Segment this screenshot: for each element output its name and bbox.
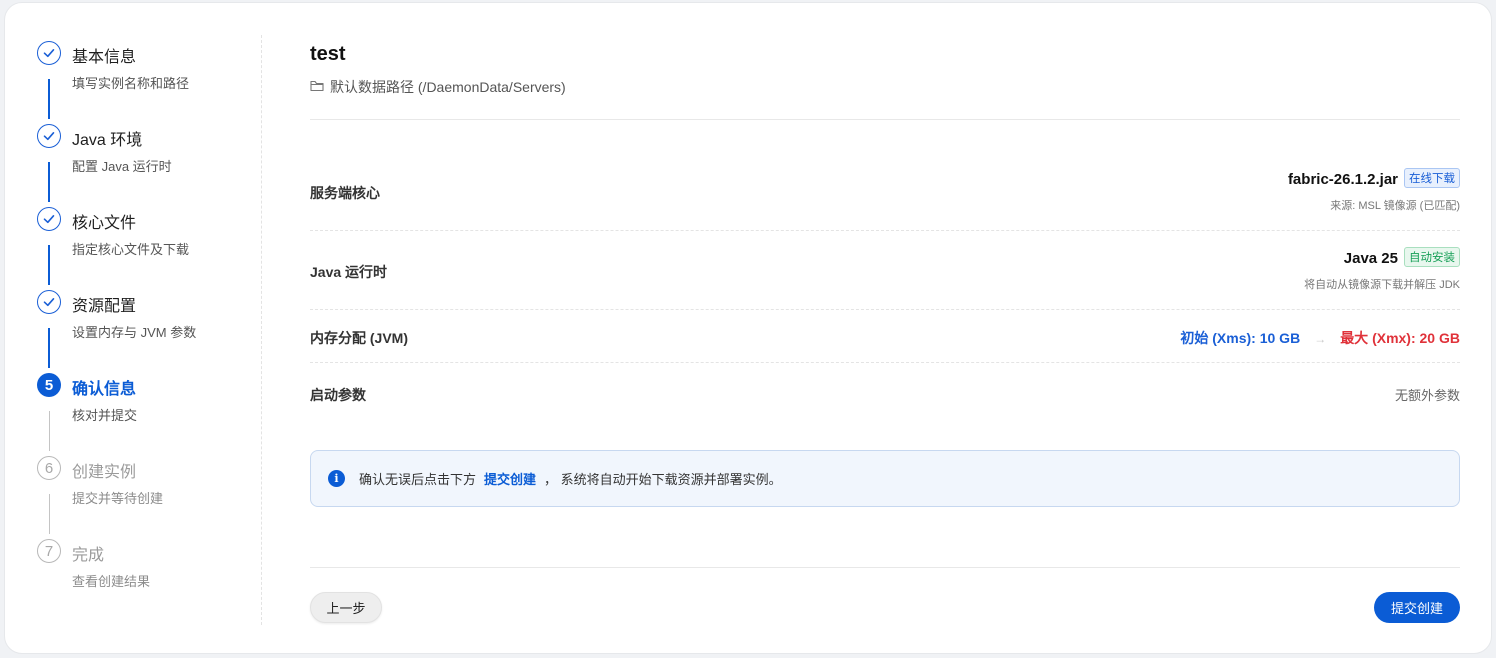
notice-emphasis: 提交创建	[484, 472, 537, 487]
step-connector	[48, 245, 50, 285]
check-icon	[37, 41, 61, 65]
check-icon	[37, 207, 61, 231]
step-number-icon: 5	[37, 373, 61, 397]
step-desc: 查看创建结果	[72, 574, 151, 589]
row-divider	[310, 230, 1460, 231]
step-desc: 配置 Java 运行时	[72, 159, 172, 174]
notice-text-after: ， 系统将自动开始下载资源并部署实例。	[544, 472, 782, 487]
step-number-icon: 7	[37, 539, 61, 563]
submit-button[interactable]: 提交创建	[1374, 592, 1460, 623]
check-icon	[37, 124, 61, 148]
step-resources[interactable]: 资源配置 设置内存与 JVM 参数	[37, 288, 257, 371]
prev-button[interactable]: 上一步	[310, 592, 382, 623]
step-desc: 指定核心文件及下载	[72, 242, 190, 257]
step-finish: 7 完成 查看创建结果	[37, 537, 257, 620]
step-title: Java 环境	[72, 132, 143, 149]
step-title: 核心文件	[72, 215, 137, 232]
memory-value-block: 初始 (Xms): 10 GB → 最大 (Xmx): 20 GB	[1180, 328, 1460, 348]
step-desc: 填写实例名称和路径	[72, 76, 190, 91]
data-path: 默认数据路径 (/DaemonData/Servers)	[310, 77, 566, 97]
args-value: 无额外参数	[1394, 388, 1460, 403]
step-title: 创建实例	[72, 464, 137, 481]
memory-min: 初始 (Xms): 10 GB	[1180, 330, 1301, 346]
step-title: 完成	[72, 547, 105, 564]
step-connector	[48, 162, 50, 202]
step-desc: 设置内存与 JVM 参数	[72, 325, 197, 340]
instance-name: test	[310, 43, 346, 65]
java-label: Java 运行时	[310, 264, 388, 280]
footer-divider	[310, 567, 1460, 568]
check-icon	[37, 290, 61, 314]
java-version: Java 25	[1343, 250, 1398, 267]
wizard-card: 基本信息 填写实例名称和路径 Java 环境 配置 Java 运行时 核心文件 …	[4, 2, 1492, 654]
auto-install-badge: 自动安装	[1404, 247, 1460, 267]
data-path-text: 默认数据路径 (/DaemonData/Servers)	[330, 79, 566, 95]
arrow-right-icon: →	[1314, 332, 1327, 346]
info-icon: i	[328, 470, 345, 487]
row-divider	[310, 362, 1460, 363]
memory-label: 内存分配 (JVM)	[310, 330, 408, 346]
core-label: 服务端核心	[310, 185, 380, 201]
notice-text-before: 确认无误后点击下方	[359, 472, 477, 487]
core-file-name: fabric-26.1.2.jar	[1287, 171, 1398, 188]
download-badge: 在线下载	[1404, 168, 1460, 188]
step-title: 资源配置	[72, 298, 137, 315]
step-connector	[48, 79, 50, 119]
sidebar-divider	[261, 35, 262, 625]
java-value-block: Java 25 自动安装 将自动从镜像源下载并解压 JDK	[1304, 247, 1460, 292]
step-connector	[48, 328, 50, 368]
java-hint: 将自动从镜像源下载并解压 JDK	[1304, 279, 1460, 291]
folder-icon	[310, 79, 324, 95]
step-desc: 提交并等待创建	[72, 491, 164, 506]
step-confirm: 5 确认信息 核对并提交	[37, 371, 257, 454]
step-title: 确认信息	[72, 381, 137, 398]
memory-max: 最大 (Xmx): 20 GB	[1340, 330, 1460, 346]
confirm-notice: i 确认无误后点击下方 提交创建 ， 系统将自动开始下载资源并部署实例。	[310, 450, 1460, 507]
core-value-block: fabric-26.1.2.jar 在线下载 来源: MSL 镜像源 (已匹配)	[1288, 168, 1460, 213]
step-connector	[48, 494, 50, 534]
core-source: 来源: MSL 镜像源 (已匹配)	[1330, 200, 1460, 212]
steps-sidebar: 基本信息 填写实例名称和路径 Java 环境 配置 Java 运行时 核心文件 …	[37, 39, 257, 620]
step-connector	[48, 411, 50, 451]
row-divider	[310, 309, 1460, 310]
step-core-file[interactable]: 核心文件 指定核心文件及下载	[37, 205, 257, 288]
args-label: 启动参数	[310, 387, 366, 403]
step-title: 基本信息	[72, 49, 137, 66]
step-number-icon: 6	[37, 456, 61, 480]
step-desc: 核对并提交	[72, 408, 138, 423]
header-divider	[310, 119, 1460, 120]
step-create-instance: 6 创建实例 提交并等待创建	[37, 454, 257, 537]
step-basic-info[interactable]: 基本信息 填写实例名称和路径	[37, 39, 257, 122]
step-java-env[interactable]: Java 环境 配置 Java 运行时	[37, 122, 257, 205]
